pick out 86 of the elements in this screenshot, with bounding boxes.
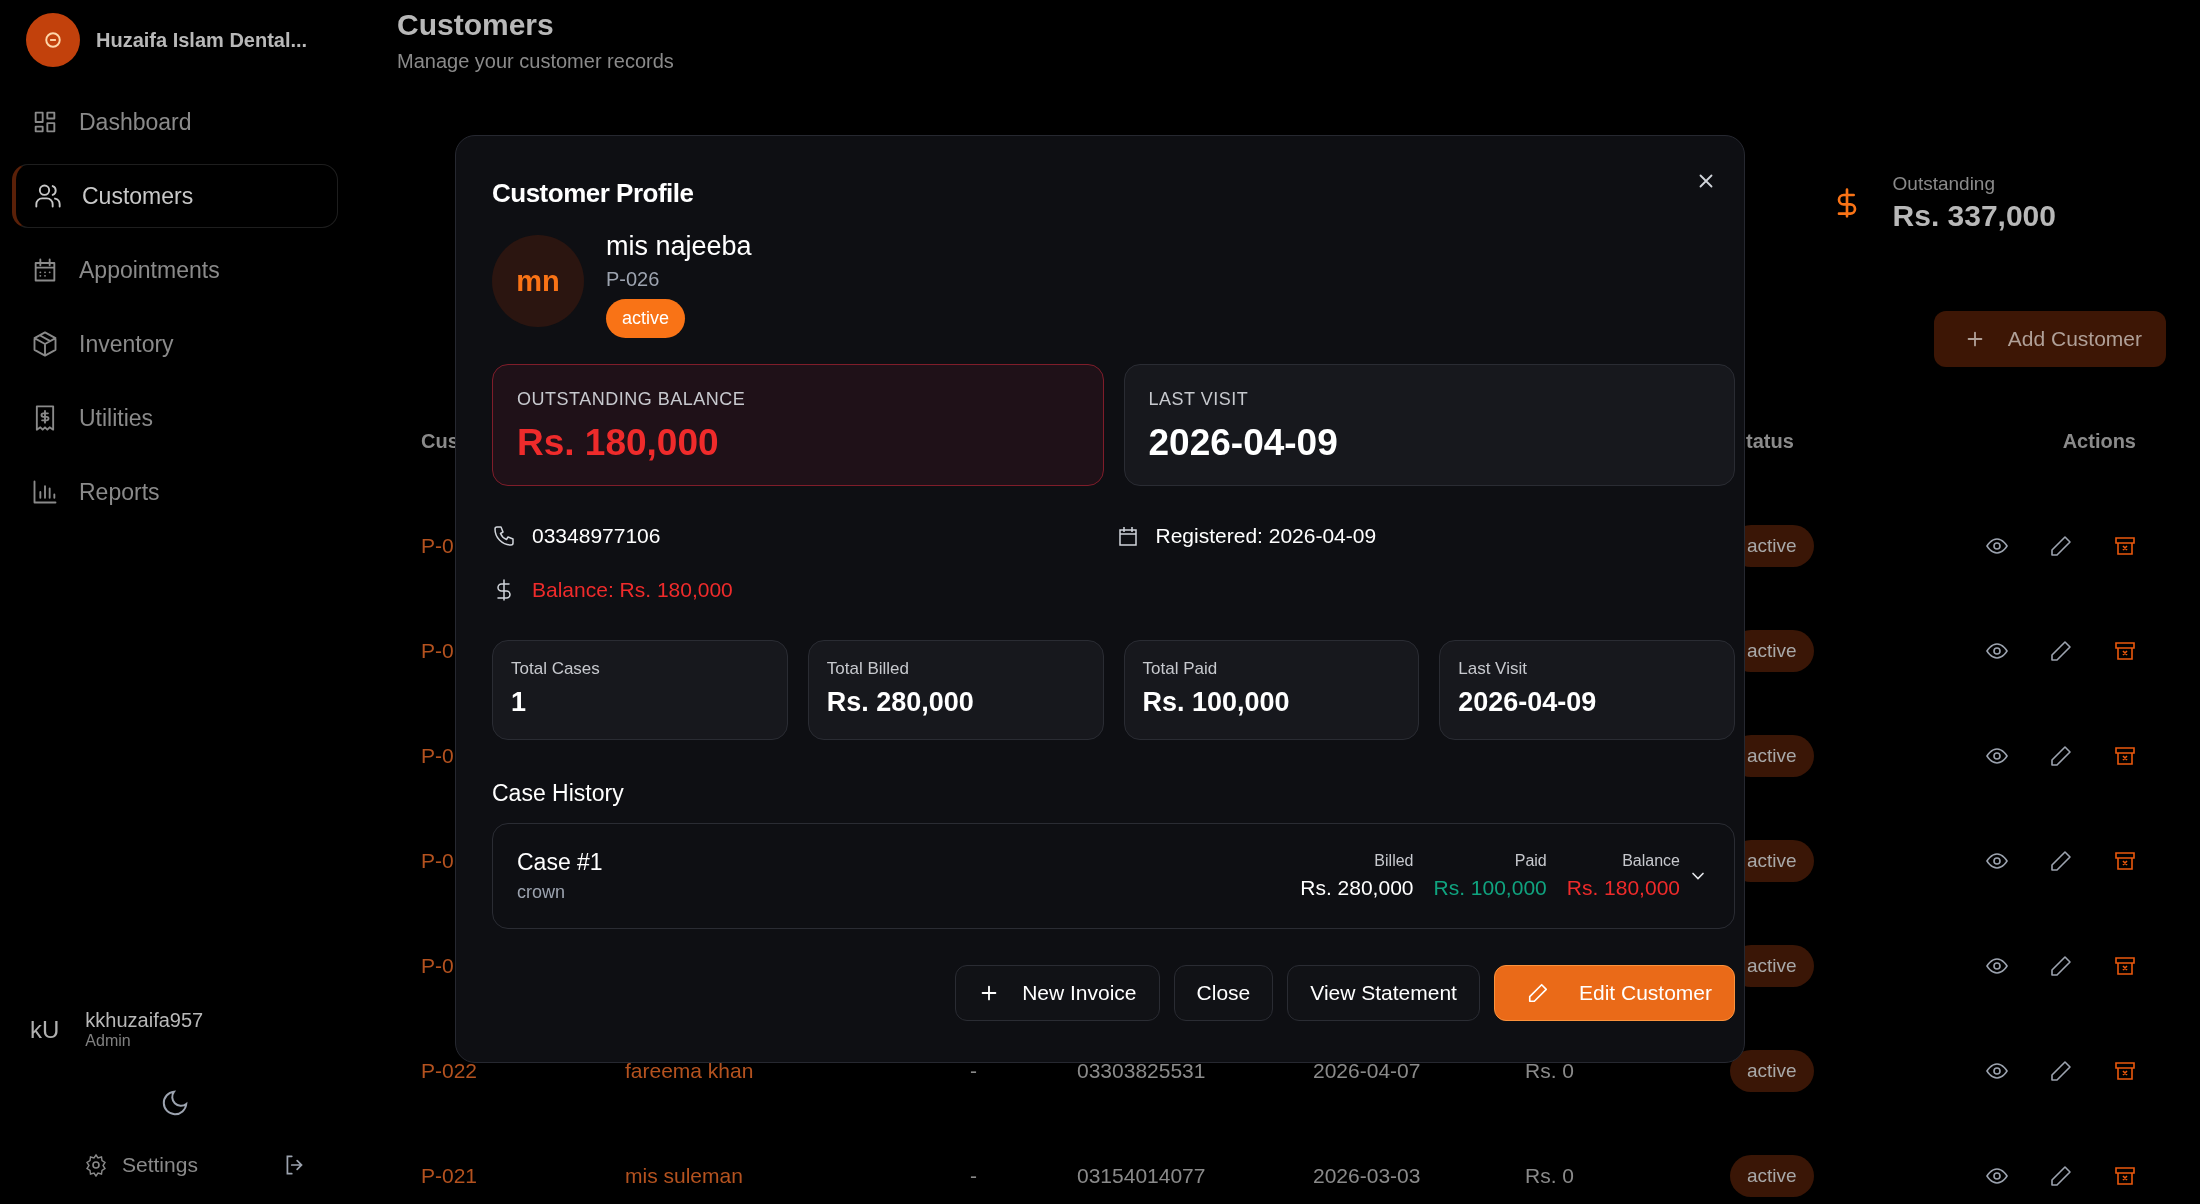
stat-label: Total Billed (826, 659, 910, 679)
case-treatment: crown (517, 882, 566, 903)
card-label: LAST VISIT (1148, 389, 1250, 410)
page-title: Customers (397, 8, 555, 42)
customer-id: P-0 (421, 638, 454, 663)
dialog-button[interactable]: Close (1173, 965, 1274, 1021)
nav-icon (31, 478, 59, 506)
stat-label: Total Paid (1142, 659, 1219, 679)
user-role: Admin (85, 1032, 132, 1050)
table-cell: 03154014077 (1077, 1163, 1206, 1188)
stat-label: Total Cases (511, 659, 601, 679)
card-value: Rs. 180,000 (517, 422, 720, 464)
customer-id: P-022 (421, 1058, 478, 1083)
pencil-icon (1526, 982, 1549, 1004)
customer-name[interactable]: fareema khan (625, 1058, 754, 1083)
dialog-button[interactable]: New Invoice (955, 965, 1160, 1021)
table-cell: 03303825531 (1077, 1058, 1206, 1083)
customer-id: P-0 (421, 743, 454, 768)
edit-icon[interactable] (2049, 743, 2073, 768)
customer-name: mis najeeba (606, 231, 752, 262)
user-initials: kU (30, 1015, 60, 1044)
status-badge: active (1730, 1049, 1814, 1092)
balance-text: Balance: Rs. 180,000 (532, 578, 733, 602)
amount-value: Rs. 180,000 (1566, 876, 1680, 900)
customer-id: P-0 (421, 533, 454, 558)
customer-id: P-0 (421, 953, 454, 978)
settings-link[interactable]: Settings (84, 1153, 198, 1177)
user-name: kkhuzaifa957 (85, 1009, 204, 1032)
edit-icon[interactable] (2049, 848, 2073, 873)
stat-value: Rs. 280,000 (826, 687, 975, 718)
registered-date: Registered: 2026-04-09 (1155, 524, 1377, 548)
edit-icon[interactable] (2049, 1163, 2073, 1188)
stat-value: 2026-04-09 (1458, 687, 1598, 718)
edit-icon[interactable] (2049, 638, 2073, 663)
card-label: OUTSTANDING BALANCE (517, 389, 747, 410)
customer-id: P-021 (421, 1163, 478, 1188)
status-badge: active (1730, 1154, 1814, 1197)
nav-icon (31, 330, 59, 358)
table-cell: - (970, 1058, 977, 1083)
table-cell: 2026-04-07 (1313, 1058, 1421, 1083)
case-title: Case #1 (517, 849, 604, 876)
table-cell: - (970, 1163, 977, 1188)
edit-icon[interactable] (2049, 533, 2073, 558)
nav-icon (34, 182, 62, 210)
table-cell: Rs. 0 (1525, 1163, 1574, 1188)
sidebar-item[interactable]: Inventory (12, 312, 338, 376)
table-cell: 2026-03-03 (1313, 1163, 1421, 1188)
summary-label: Outstanding (1892, 173, 1996, 195)
stat-value: 1 (511, 687, 528, 718)
avatar: mn (492, 235, 584, 327)
table-cell: Rs. 0 (1525, 1058, 1574, 1083)
stat-value: Rs. 100,000 (1142, 687, 1291, 718)
status-badge: active (606, 299, 686, 338)
settings-icon (84, 1153, 108, 1177)
section-title: Case History (492, 780, 625, 807)
customer-code: P-026 (606, 268, 660, 291)
moon-icon[interactable] (160, 1088, 190, 1118)
dialog-button[interactable]: Edit Customer (1493, 965, 1735, 1021)
column-header: Actions (2062, 429, 2137, 453)
dialog-title: Customer Profile (492, 178, 694, 209)
edit-icon[interactable] (2049, 1058, 2073, 1083)
summary-value: Rs. 337,000 (1892, 199, 2056, 233)
phone-icon (492, 524, 516, 548)
stat-label: Last Visit (1458, 659, 1528, 679)
amount-value: Rs. 280,000 (1300, 876, 1414, 900)
phone-number: 03348977106 (532, 524, 661, 548)
amount-label: Billed (1374, 852, 1414, 870)
sidebar-item[interactable]: Appointments (12, 238, 338, 302)
amount-label: Balance (1622, 852, 1680, 870)
card-value: 2026-04-09 (1148, 422, 1339, 464)
logo-icon (26, 13, 80, 67)
amount-label: Paid (1514, 852, 1547, 870)
brand-name: Huzaifa Islam Dental... (96, 28, 308, 52)
customer-id: P-0 (421, 848, 454, 873)
edit-icon[interactable] (2049, 953, 2073, 978)
page-subtitle: Manage your customer records (397, 50, 674, 73)
column-header: tatus (1745, 429, 1794, 453)
case-card[interactable]: Case #1 crown Billed Rs. 280,000 Paid Rs. 100,000 Balance Rs. 180,000 (492, 823, 1735, 929)
sidebar-item[interactable]: Utilities (12, 386, 338, 450)
add-customer-button[interactable]: Add Customer (1933, 311, 2166, 367)
amount-value: Rs. 100,000 (1433, 876, 1547, 900)
sidebar-item[interactable]: Reports (12, 460, 338, 524)
dialog-button[interactable]: View Statement (1287, 965, 1480, 1021)
sidebar-item[interactable]: Customers (12, 164, 338, 228)
sidebar-item[interactable]: Dashboard (12, 90, 338, 154)
customer-name[interactable]: mis suleman (625, 1163, 743, 1188)
